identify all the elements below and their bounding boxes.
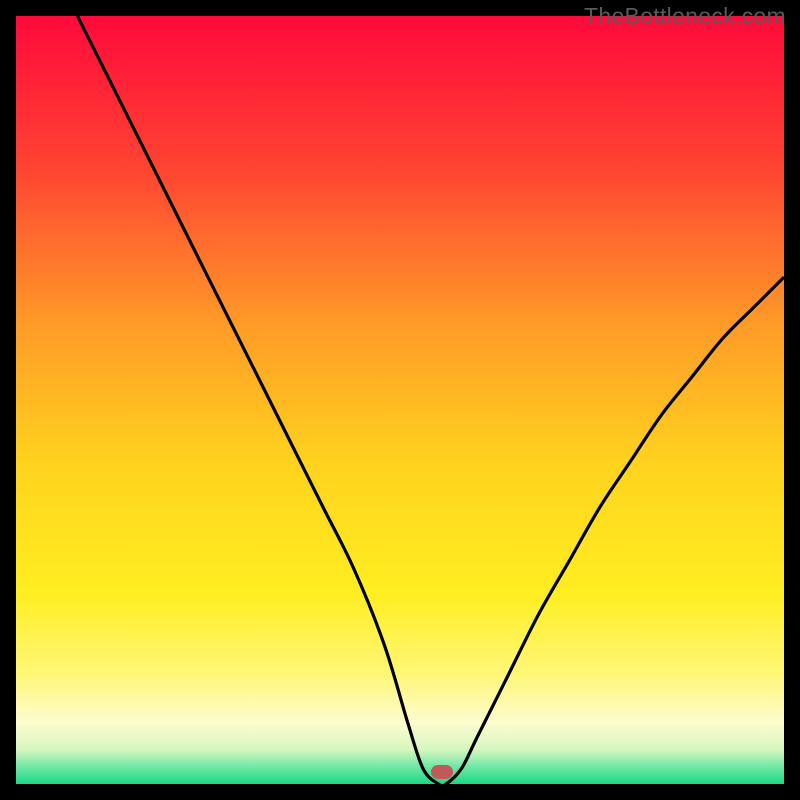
bottleneck-curve [16,16,784,784]
chart-stage: TheBottleneck.com [0,0,800,800]
curve-path [77,16,784,786]
optimal-marker [431,765,453,779]
watermark-text: TheBottleneck.com [584,3,786,30]
